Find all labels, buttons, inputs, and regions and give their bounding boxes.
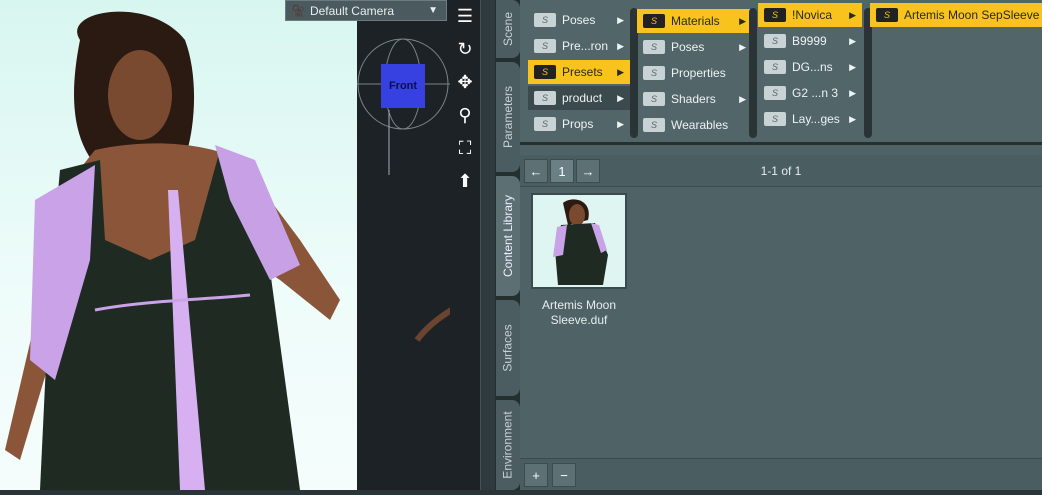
folder-item[interactable]: S Properties (637, 61, 752, 85)
expand-arrow-icon: ▶ (849, 35, 856, 46)
folder-icon: S (534, 117, 556, 131)
expand-arrow-icon: ▶ (617, 118, 624, 129)
expand-arrow-icon: ▶ (739, 41, 746, 52)
expand-arrow-icon: ▶ (739, 93, 746, 104)
folder-icon: S (643, 118, 665, 132)
folder-icon: S (876, 8, 898, 22)
folder-item[interactable]: S Wearables (637, 113, 752, 137)
expand-arrow-icon: ▶ (849, 61, 856, 72)
folder-item[interactable]: S Lay...ges ▶ (758, 107, 862, 131)
asset-label[interactable]: Artemis Moon Sleeve.duf (520, 298, 638, 328)
menu-icon[interactable]: ☰ (457, 0, 473, 33)
chevron-down-icon: ▼ (428, 5, 438, 16)
camera-icon: 🎥 (290, 3, 305, 18)
column-scrollbar[interactable] (749, 8, 757, 138)
column-scrollbar[interactable] (864, 8, 872, 138)
orbit-icon[interactable]: ↻ (457, 33, 472, 66)
figure-render (5, 11, 340, 490)
content-library-panel: S Poses ▶ S Pre...ron ▶ S Presets ▶ Sproduct ▶ S Pro… (520, 0, 1042, 490)
zoom-icon[interactable]: ⚲ (458, 99, 471, 132)
folder-icon: S (764, 34, 786, 48)
folder-item[interactable]: S Poses ▶ (637, 35, 752, 59)
folder-icon: S (764, 60, 786, 74)
folder-icon: S (534, 13, 556, 27)
folder-icon: S (764, 112, 786, 126)
thumbnail-image (553, 199, 608, 285)
expand-arrow-icon: ▶ (617, 66, 624, 77)
folder-item[interactable]: Sproduct ▶ (528, 86, 630, 110)
3d-viewport[interactable] (0, 0, 357, 490)
tab-environment[interactable]: Environment (496, 400, 520, 490)
folder-item[interactable]: S Materials ▶ (637, 9, 752, 33)
asset-thumbnail[interactable] (531, 193, 627, 289)
folder-item[interactable]: S G2 ...n 3 ▶ (758, 81, 862, 105)
side-tabs: Scene Parameters Content Library Surface… (495, 0, 520, 490)
tab-scene[interactable]: Scene (496, 0, 520, 58)
folder-item[interactable]: S Props ▶ (528, 112, 630, 136)
folder-item[interactable]: S Presets ▶ (528, 60, 630, 84)
view-cube[interactable]: Front (381, 64, 425, 108)
expand-arrow-icon: ▶ (617, 92, 624, 103)
frame-icon[interactable]: ⛶ (459, 132, 472, 165)
expand-arrow-icon: ▶ (849, 9, 856, 20)
folder-icon: S (643, 40, 665, 54)
expand-arrow-icon: ▶ (739, 15, 746, 26)
folder-item[interactable]: S B9999 ▶ (758, 29, 862, 53)
expand-arrow-icon: ▶ (617, 40, 624, 51)
camera-label: Default Camera (309, 3, 394, 18)
tab-parameters[interactable]: Parameters (496, 62, 520, 172)
folder-item[interactable]: S Shaders ▶ (637, 87, 752, 111)
expand-arrow-icon: ▶ (849, 113, 856, 124)
folder-icon: S (534, 91, 556, 105)
expand-arrow-icon: ▶ (849, 87, 856, 98)
pager-bar: ← 1 → 1-1 of 1 (520, 155, 1042, 187)
folder-browser: S Poses ▶ S Pre...ron ▶ S Presets ▶ Sproduct ▶ S Pro… (520, 0, 1042, 145)
folder-icon: S (534, 65, 556, 79)
folder-icon: S (534, 39, 556, 53)
folder-item[interactable]: S Artemis Moon SepSleeve (870, 3, 1042, 27)
page-count: 1-1 of 1 (760, 164, 802, 178)
folder-item[interactable]: S Pre...ron ▶ (528, 34, 630, 58)
folder-icon: S (643, 14, 665, 28)
bottom-bar: + − (520, 458, 1042, 490)
pane-splitter[interactable] (480, 0, 495, 490)
camera-select[interactable]: 🎥 Default Camera ▼ (285, 0, 447, 21)
pan-icon[interactable]: ✥ (457, 66, 472, 99)
folder-icon: S (643, 92, 665, 106)
folder-icon: S (764, 8, 786, 22)
folder-item[interactable]: S Poses ▶ (528, 8, 630, 32)
folder-item[interactable]: S !Novica ▶ (758, 3, 862, 27)
add-button[interactable]: + (524, 463, 548, 487)
folder-icon: S (643, 66, 665, 80)
tab-content-library[interactable]: Content Library (496, 176, 520, 296)
reset-icon[interactable]: ⬆ (457, 165, 472, 198)
tab-surfaces[interactable]: Surfaces (496, 300, 520, 396)
viewport-toolbar: ☰ ↻ ✥ ⚲ ⛶ ⬆ (450, 0, 480, 490)
expand-arrow-icon: ▶ (617, 14, 624, 25)
remove-button[interactable]: − (552, 463, 576, 487)
folder-item[interactable]: S DG...ns ▶ (758, 55, 862, 79)
folder-icon: S (764, 86, 786, 100)
